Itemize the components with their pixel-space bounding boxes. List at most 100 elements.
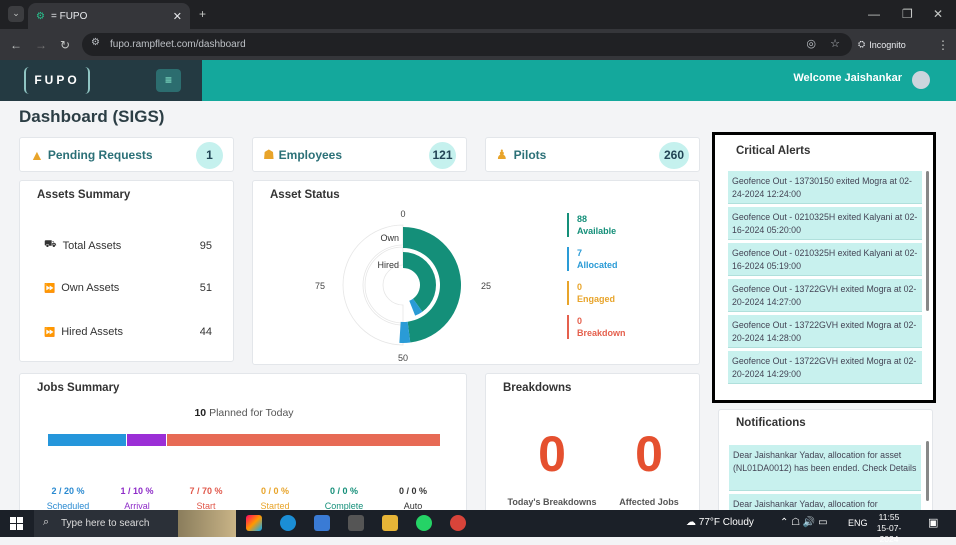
- job-status-value: 0 / 0 %: [260, 486, 289, 496]
- edge-icon[interactable]: [280, 515, 296, 531]
- stat-card-pending-requests[interactable]: ▲ Pending Requests 1: [19, 137, 234, 172]
- browser-menu-icon[interactable]: ⋮: [937, 38, 949, 52]
- language-indicator[interactable]: ENG: [848, 518, 868, 528]
- menu-toggle-button[interactable]: ≡: [156, 69, 181, 92]
- asset-row-total[interactable]: ⛟ Total Assets 95: [44, 239, 212, 252]
- clock[interactable]: 11:55 15-07-2024: [872, 512, 906, 545]
- page-title: Dashboard (SIGS): [19, 107, 165, 126]
- app-header: FUPO ≡ Welcome Jaishankar: [0, 60, 956, 101]
- file-explorer-icon[interactable]: [382, 515, 398, 531]
- job-status-started[interactable]: 0 / 0 % Started: [235, 486, 315, 510]
- jobs-bar-segment-start[interactable]: [167, 434, 440, 446]
- weather-widget[interactable]: ☁ 77°F Cloudy: [686, 517, 754, 528]
- forward-button[interactable]: →: [35, 38, 47, 52]
- notifications-scrollbar[interactable]: [926, 441, 929, 501]
- asset-row-label: Own Assets: [61, 282, 120, 294]
- critical-alert-item[interactable]: Geofence Out - 0210325H exited Kalyani a…: [728, 207, 922, 240]
- whatsapp-icon[interactable]: [416, 515, 432, 531]
- browser-address-bar: ← → ↻ ⚙ fupo.rampfleet.com/dashboard ◎ ☆…: [0, 29, 956, 60]
- tab-close-icon[interactable]: ✕: [173, 10, 182, 23]
- back-button[interactable]: ←: [10, 38, 22, 52]
- legend-value: 88: [577, 214, 588, 224]
- eye-off-icon[interactable]: ◎: [806, 37, 816, 50]
- critical-alert-item[interactable]: Geofence Out - 13722GVH exited Mogra at …: [728, 279, 922, 312]
- alerts-scrollbar[interactable]: [926, 171, 929, 311]
- jobs-bar-segment-scheduled[interactable]: [48, 434, 126, 446]
- fupo-logo[interactable]: FUPO: [24, 67, 90, 94]
- job-status-label: Scheduled: [46, 501, 90, 510]
- clock-date: 15-07-2024: [876, 523, 902, 544]
- job-status-value: 0 / 0 %: [329, 486, 358, 496]
- store-icon[interactable]: [348, 515, 364, 531]
- asset-row-label: Hired Assets: [61, 326, 123, 338]
- tab-list-button[interactable]: ⌄: [8, 6, 24, 22]
- site-info-icon[interactable]: ⚙: [91, 37, 100, 48]
- stat-card-employees[interactable]: ☗ Employees 121: [252, 137, 467, 172]
- job-status-start[interactable]: 7 / 70 % Start: [166, 486, 246, 510]
- hamburger-icon: ≡: [164, 73, 172, 87]
- radial-grid-arc: [342, 224, 404, 346]
- close-window-button[interactable]: ✕: [933, 7, 943, 21]
- job-status-label: Auto: [403, 501, 423, 510]
- job-status-value: 1 / 10 %: [120, 486, 154, 496]
- copilot-icon[interactable]: [246, 515, 262, 531]
- job-status-value: 7 / 70 %: [189, 486, 223, 496]
- search-icon: ⌕: [43, 516, 50, 528]
- critical-alert-item[interactable]: Geofence Out - 13730150 exited Mogra at …: [728, 171, 922, 204]
- incognito-icon: ⛭: [858, 39, 866, 49]
- legend-value: 0: [577, 316, 583, 326]
- browser-tab[interactable]: ⚙ = FUPO ✕: [28, 3, 190, 29]
- legend-available: 88 Available: [567, 213, 637, 237]
- restore-button[interactable]: ❐: [902, 7, 913, 21]
- asset-row-own[interactable]: ⏩ Own Assets 51: [44, 282, 212, 294]
- minimize-button[interactable]: —: [868, 7, 880, 21]
- breakdowns-card: Breakdowns 0 Today's Breakdowns 0 Affect…: [485, 373, 700, 510]
- bookmark-star-icon[interactable]: ☆: [830, 37, 840, 50]
- critical-alert-item[interactable]: Geofence Out - 0210325H exited Kalyani a…: [728, 243, 922, 276]
- assets-summary-card: Assets Summary ⛟ Total Assets 95 ⏩ Own A…: [19, 180, 234, 362]
- asset-row-label: Total Assets: [62, 239, 122, 252]
- job-status-auto[interactable]: 0 / 0 % Auto: [373, 486, 453, 510]
- radial-grid-arc: [364, 246, 404, 324]
- radial-bar-hired-available[interactable]: [403, 252, 436, 312]
- forward-icon: ⏩: [44, 282, 56, 293]
- asset-row-hired[interactable]: ⏩ Hired Assets 44: [44, 326, 212, 338]
- jobs-bar-segment-arrival[interactable]: [127, 434, 166, 446]
- taskbar-search-box[interactable]: ⌕ Type here to search: [34, 510, 236, 537]
- job-status-scheduled[interactable]: 2 / 20 % Scheduled: [28, 486, 108, 510]
- legend-value: 0: [577, 282, 583, 292]
- alert-icon: ▲: [30, 146, 44, 163]
- legend-allocated: 7 Allocated: [567, 247, 637, 271]
- stat-value-badge: 1: [196, 142, 223, 169]
- windows-start-icon[interactable]: [10, 517, 23, 530]
- site-favicon-icon: ⚙: [36, 10, 45, 22]
- notification-item[interactable]: Dear Jaishankar Yadav, allocation for as…: [729, 445, 921, 491]
- forward-icon: ⏩: [44, 326, 56, 337]
- stat-label: Employees: [278, 147, 343, 162]
- planned-count: 10: [194, 407, 207, 419]
- ring-label: Own: [380, 233, 399, 243]
- incognito-label: Incognito: [869, 39, 906, 50]
- job-status-label: Arrival: [124, 501, 150, 510]
- url-field[interactable]: ⚙ fupo.rampfleet.com/dashboard ◎ ☆: [82, 33, 852, 56]
- jobs-progress-bar: [48, 434, 440, 446]
- notification-item[interactable]: Dear Jaishankar Yadav, allocation for: [729, 494, 921, 510]
- app-viewport: FUPO ≡ Welcome Jaishankar Dashboard (SIG…: [0, 60, 956, 510]
- axis-tick-label: 25: [481, 281, 491, 291]
- stat-card-pilots[interactable]: ♟ Pilots 260: [485, 137, 700, 172]
- mail-icon[interactable]: [314, 515, 330, 531]
- chrome-icon[interactable]: [450, 515, 466, 531]
- incognito-indicator[interactable]: ⛭ Incognito: [858, 35, 906, 54]
- tab-title: = FUPO: [50, 10, 88, 22]
- new-tab-button[interactable]: +: [199, 7, 206, 21]
- job-status-complete[interactable]: 0 / 0 % Complete: [304, 486, 384, 510]
- reload-button[interactable]: ↻: [60, 38, 70, 52]
- critical-alert-item[interactable]: Geofence Out - 13722GVH exited Mogra at …: [728, 351, 922, 384]
- critical-alert-item[interactable]: Geofence Out - 13722GVH exited Mogra at …: [728, 315, 922, 348]
- url-text: fupo.rampfleet.com/dashboard: [110, 39, 246, 50]
- system-tray-icons[interactable]: ⌃ ☖ 🔊 ▭: [780, 517, 828, 528]
- welcome-text: Welcome Jaishankar: [793, 72, 902, 84]
- job-status-arrival[interactable]: 1 / 10 % Arrival: [97, 486, 177, 510]
- user-avatar[interactable]: [912, 71, 930, 89]
- notification-center-icon[interactable]: ▣: [928, 516, 938, 529]
